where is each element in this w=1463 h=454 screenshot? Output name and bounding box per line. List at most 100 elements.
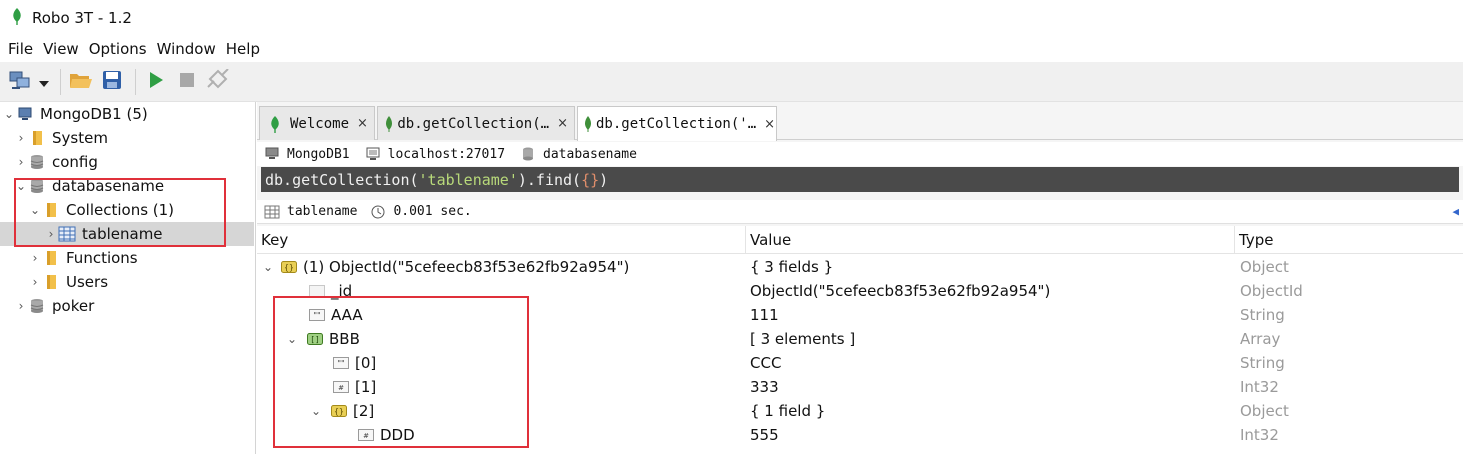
column-header-value[interactable]: Value bbox=[746, 226, 1235, 254]
database-name: databasename bbox=[543, 146, 637, 162]
chevron-down-icon[interactable]: ⌄ bbox=[2, 107, 16, 121]
tab-query-1[interactable]: db.getCollection(… × bbox=[377, 106, 575, 140]
toolbar-separator bbox=[60, 68, 61, 95]
svg-text:#: # bbox=[338, 384, 344, 392]
save-button[interactable] bbox=[98, 68, 126, 96]
table-icon bbox=[58, 225, 76, 243]
object-icon: {} bbox=[281, 261, 297, 273]
table-row[interactable]: ⌄ {} (1) ObjectId("5cefeecb83f53e62fb92a… bbox=[257, 255, 1463, 279]
chevron-right-icon[interactable]: › bbox=[28, 251, 42, 265]
rotate-button[interactable] bbox=[204, 67, 232, 96]
int-icon: # bbox=[358, 429, 374, 441]
run-button[interactable] bbox=[142, 68, 170, 96]
query-collection-string: 'tablename' bbox=[418, 170, 518, 189]
tree-item-tablename[interactable]: › tablename bbox=[0, 222, 254, 246]
chevron-down-icon[interactable]: ⌄ bbox=[28, 203, 42, 217]
close-icon[interactable]: × bbox=[357, 116, 368, 131]
row-key: [0] bbox=[355, 354, 377, 372]
menu-window[interactable]: Window bbox=[153, 40, 220, 58]
clock-icon bbox=[369, 203, 387, 221]
chevron-down-icon[interactable]: ⌄ bbox=[309, 404, 323, 418]
table-row[interactable]: ⌄ [] BBB [ 3 elements ] Array bbox=[257, 327, 1463, 351]
svg-text:#: # bbox=[363, 432, 369, 440]
chevron-right-icon[interactable]: › bbox=[44, 227, 58, 241]
server-name: MongoDB1 bbox=[287, 146, 350, 162]
tree-item-functions[interactable]: › Functions bbox=[0, 246, 254, 270]
tree-item-databasename[interactable]: ⌄ databasename bbox=[0, 174, 254, 198]
tree-item-system[interactable]: › System bbox=[0, 126, 254, 150]
open-button[interactable] bbox=[67, 68, 95, 96]
tree-item-poker[interactable]: › poker bbox=[0, 294, 254, 318]
tab-label: Welcome bbox=[290, 115, 350, 132]
menu-help[interactable]: Help bbox=[222, 40, 264, 58]
row-key: [2] bbox=[353, 402, 375, 420]
svg-text:"": "" bbox=[337, 359, 344, 368]
row-type: Object bbox=[1240, 402, 1289, 420]
mongo-leaf-icon bbox=[384, 115, 393, 133]
query-prefix: db.getCollection( bbox=[265, 170, 419, 189]
collapse-icon[interactable]: ◀ bbox=[1452, 205, 1459, 218]
query-editor[interactable]: db.getCollection('tablename').find({}) bbox=[261, 167, 1459, 192]
column-header-type[interactable]: Type bbox=[1235, 226, 1463, 254]
robo3t-leaf-icon bbox=[266, 115, 284, 133]
toolbar-separator bbox=[135, 68, 136, 95]
database-icon bbox=[28, 153, 46, 171]
folder-icon bbox=[42, 273, 60, 291]
table-row[interactable]: ⌄ {} [2] { 1 field } Object bbox=[257, 399, 1463, 423]
row-key: AAA bbox=[331, 306, 363, 324]
tree-item-config[interactable]: › config bbox=[0, 150, 254, 174]
chevron-down-icon[interactable]: ⌄ bbox=[285, 332, 299, 346]
connect-button[interactable] bbox=[6, 68, 34, 96]
connection-tree: ⌄ MongoDB1 (5) › System › config ⌄ datab… bbox=[0, 102, 256, 454]
row-value: { 3 fields } bbox=[750, 258, 834, 276]
chevron-right-icon[interactable]: › bbox=[28, 275, 42, 289]
result-time-value: 0.001 sec. bbox=[393, 204, 472, 219]
rotate-icon bbox=[206, 67, 230, 95]
result-collection-name: tablename bbox=[287, 204, 358, 219]
row-type: Int32 bbox=[1240, 378, 1279, 396]
tree-item-label: System bbox=[52, 129, 108, 147]
stop-button[interactable] bbox=[173, 68, 201, 96]
chevron-right-icon[interactable]: › bbox=[14, 299, 28, 313]
menu-file[interactable]: File bbox=[4, 40, 37, 58]
mongo-leaf-icon bbox=[584, 115, 592, 133]
tree-item-users[interactable]: › Users bbox=[0, 270, 254, 294]
svg-text:[]: [] bbox=[310, 335, 320, 344]
row-value: ObjectId("5cefeecb83f53e62fb92a954") bbox=[750, 282, 1051, 300]
close-icon[interactable]: × bbox=[764, 117, 775, 132]
result-info-bar: tablename 0.001 sec. ◀ bbox=[257, 200, 1463, 224]
toolbar bbox=[0, 62, 1463, 102]
close-icon[interactable]: × bbox=[557, 116, 568, 131]
row-type: Array bbox=[1240, 330, 1281, 348]
int-icon: # bbox=[333, 381, 349, 393]
title-bar: Robo 3T - 1.2 bbox=[0, 0, 1463, 36]
chevron-right-icon[interactable]: › bbox=[14, 155, 28, 169]
row-key: BBB bbox=[329, 330, 360, 348]
table-row[interactable]: "" [0] CCC String bbox=[257, 351, 1463, 375]
column-header-key[interactable]: Key bbox=[257, 226, 746, 254]
chevron-right-icon[interactable]: › bbox=[14, 131, 28, 145]
menu-view[interactable]: View bbox=[39, 40, 83, 58]
table-row[interactable]: "" AAA 111 String bbox=[257, 303, 1463, 327]
result-collection: tablename bbox=[263, 203, 357, 221]
tree-item-label: Functions bbox=[66, 249, 138, 267]
connect-dropdown[interactable] bbox=[37, 68, 51, 96]
tab-welcome[interactable]: Welcome × bbox=[259, 106, 375, 140]
chevron-down-icon[interactable]: ⌄ bbox=[14, 179, 28, 193]
grid-header: Key Value Type bbox=[257, 226, 1463, 254]
table-row[interactable]: # [1] 333 Int32 bbox=[257, 375, 1463, 399]
database-icon bbox=[519, 145, 537, 163]
row-value: 555 bbox=[750, 426, 779, 444]
tree-item-collections[interactable]: ⌄ Collections (1) bbox=[0, 198, 254, 222]
row-value: [ 3 elements ] bbox=[750, 330, 856, 348]
table-row[interactable]: _id ObjectId("5cefeecb83f53e62fb92a954")… bbox=[257, 279, 1463, 303]
tree-item-mongodb1[interactable]: ⌄ MongoDB1 (5) bbox=[0, 102, 254, 126]
computer-icon bbox=[364, 145, 382, 163]
tab-query-2[interactable]: db.getCollection('… × bbox=[577, 106, 777, 141]
table-row[interactable]: # DDD 555 Int32 bbox=[257, 423, 1463, 447]
chevron-down-icon[interactable]: ⌄ bbox=[261, 260, 275, 274]
menu-options[interactable]: Options bbox=[85, 40, 151, 58]
tab-label: db.getCollection(… bbox=[397, 115, 550, 132]
query-braces: {} bbox=[581, 170, 600, 189]
stop-icon bbox=[179, 72, 195, 92]
